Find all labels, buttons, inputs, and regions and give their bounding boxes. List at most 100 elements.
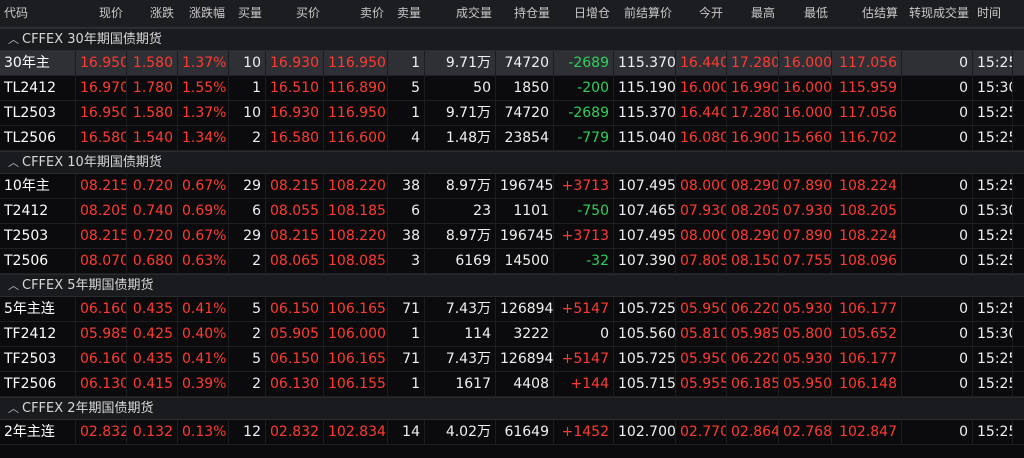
cell-trans: 0 bbox=[902, 420, 973, 444]
cell-chg: 1.580 bbox=[127, 51, 178, 75]
cell-code: TF2412 bbox=[0, 322, 76, 346]
group-header[interactable]: ︿ CFFEX 2年期国债期货 bbox=[0, 397, 1024, 420]
cell-last: 05.985 bbox=[76, 322, 127, 346]
chevron-up-icon[interactable]: ︿ bbox=[8, 398, 22, 419]
cell-pct: 0.67% bbox=[178, 224, 229, 248]
column-header-pct[interactable]: 涨跌幅 bbox=[178, 0, 229, 27]
table-row[interactable]: T2506 08.070 0.680 0.63% 2 08.065 108.085 3 6169… bbox=[0, 249, 1024, 274]
column-header-ask[interactable]: 卖价 bbox=[324, 0, 388, 27]
cell-trans: 0 bbox=[902, 372, 973, 396]
table-row[interactable]: TL2412 16.970 1.780 1.55% 1 16.510 116.890 5 50 1… bbox=[0, 76, 1024, 101]
cell-bid: 02.832 bbox=[266, 420, 324, 444]
cell-bidv: 2 bbox=[229, 372, 266, 396]
cell-ask: 116.950 bbox=[324, 51, 388, 75]
cell-askv: 71 bbox=[388, 347, 425, 371]
table-row[interactable]: 5年主连 06.160 0.435 0.41% 5 06.150 106.165 71 7.43… bbox=[0, 297, 1024, 322]
table-row[interactable]: 2年主连 02.832 0.132 0.13% 12 02.832 102.834 14 4.0… bbox=[0, 420, 1024, 445]
cell-low: 05.930 bbox=[779, 347, 832, 371]
cell-vol: 23 bbox=[425, 199, 496, 223]
column-header-askv[interactable]: 卖量 bbox=[388, 0, 425, 27]
cell-bidv: 6 bbox=[229, 199, 266, 223]
table-row[interactable]: TL2506 16.580 1.540 1.34% 2 16.580 116.600 4 1.4… bbox=[0, 126, 1024, 151]
column-header-low[interactable]: 最低 bbox=[779, 0, 832, 27]
table-row[interactable]: TF2503 06.160 0.435 0.41% 5 06.150 106.165 71 7.… bbox=[0, 347, 1024, 372]
cell-pct: 0.41% bbox=[178, 297, 229, 321]
cell-est: 117.056 bbox=[832, 51, 902, 75]
cell-doi: +1452 bbox=[554, 420, 614, 444]
cell-vol: 50 bbox=[425, 76, 496, 100]
cell-bid: 06.130 bbox=[266, 372, 324, 396]
chevron-up-icon[interactable]: ︿ bbox=[8, 152, 22, 173]
cell-oi: 126894 bbox=[496, 297, 554, 321]
column-header-vol[interactable]: 成交量 bbox=[425, 0, 496, 27]
cell-est: 105.652 bbox=[832, 322, 902, 346]
cell-trans: 0 bbox=[902, 249, 973, 273]
table-row[interactable]: TF2506 06.130 0.415 0.39% 2 06.130 106.155 1 161… bbox=[0, 372, 1024, 397]
cell-askv: 1 bbox=[388, 51, 425, 75]
column-header-high[interactable]: 最高 bbox=[727, 0, 779, 27]
group-header[interactable]: ︿ CFFEX 5年期国债期货 bbox=[0, 274, 1024, 297]
cell-time: 15:25 bbox=[973, 126, 1013, 150]
cell-vol: 1617 bbox=[425, 372, 496, 396]
cell-pct: 0.67% bbox=[178, 174, 229, 198]
chevron-up-icon[interactable]: ︿ bbox=[8, 29, 22, 50]
cell-vol: 6169 bbox=[425, 249, 496, 273]
cell-last: 02.832 bbox=[76, 420, 127, 444]
cell-bidv: 5 bbox=[229, 297, 266, 321]
cell-code: T2503 bbox=[0, 224, 76, 248]
column-header-est[interactable]: 估结算 bbox=[832, 0, 902, 27]
table-row[interactable]: TL2503 16.950 1.580 1.37% 10 16.930 116.950 1 9.… bbox=[0, 101, 1024, 126]
cell-low: 16.000 bbox=[779, 101, 832, 125]
column-header-last[interactable]: 现价 bbox=[76, 0, 127, 27]
table-row[interactable]: T2503 08.215 0.720 0.67% 29 08.215 108.220 38 8.… bbox=[0, 224, 1024, 249]
cell-high: 06.220 bbox=[727, 297, 779, 321]
column-header-open[interactable]: 今开 bbox=[676, 0, 727, 27]
column-header-doi[interactable]: 日增仓 bbox=[554, 0, 614, 27]
cell-ask: 108.185 bbox=[324, 199, 388, 223]
group-title: CFFEX 10年期国债期货 bbox=[22, 155, 162, 170]
cell-bid: 16.930 bbox=[266, 101, 324, 125]
table-row[interactable]: 30年主 16.950 1.580 1.37% 10 16.930 116.950 1 9.71… bbox=[0, 51, 1024, 76]
cell-pre: 107.465 bbox=[614, 199, 676, 223]
column-header-time[interactable]: 时间 bbox=[973, 0, 1013, 27]
cell-high: 08.290 bbox=[727, 224, 779, 248]
cell-oi: 14500 bbox=[496, 249, 554, 273]
cell-code: TF2503 bbox=[0, 347, 76, 371]
cell-ask: 106.165 bbox=[324, 347, 388, 371]
cell-doi: +3713 bbox=[554, 224, 614, 248]
cell-bidv: 2 bbox=[229, 249, 266, 273]
cell-askv: 14 bbox=[388, 420, 425, 444]
cell-bidv: 10 bbox=[229, 101, 266, 125]
cell-bid: 06.150 bbox=[266, 297, 324, 321]
table-row[interactable]: TF2412 05.985 0.425 0.40% 2 05.905 106.000 1 114… bbox=[0, 322, 1024, 347]
cell-low: 16.000 bbox=[779, 76, 832, 100]
cell-last: 08.215 bbox=[76, 174, 127, 198]
column-header-bid[interactable]: 买价 bbox=[266, 0, 324, 27]
cell-chg: 0.720 bbox=[127, 224, 178, 248]
cell-bidv: 29 bbox=[229, 174, 266, 198]
column-header-trans[interactable]: 转现成交量 bbox=[902, 0, 973, 27]
cell-vol: 7.43万 bbox=[425, 297, 496, 321]
table-row[interactable]: 10年主 08.215 0.720 0.67% 29 08.215 108.220 38 8.9… bbox=[0, 174, 1024, 199]
cell-oi: 74720 bbox=[496, 101, 554, 125]
group-header[interactable]: ︿ CFFEX 10年期国债期货 bbox=[0, 151, 1024, 174]
column-header-code[interactable]: 代码 bbox=[0, 0, 76, 27]
table-row[interactable]: T2412 08.205 0.740 0.69% 6 08.055 108.185 6 23 11… bbox=[0, 199, 1024, 224]
cell-low: 07.890 bbox=[779, 174, 832, 198]
group-header[interactable]: ︿ CFFEX 30年期国债期货 bbox=[0, 28, 1024, 51]
cell-chg: 1.580 bbox=[127, 101, 178, 125]
cell-doi: +3713 bbox=[554, 174, 614, 198]
column-header-oi[interactable]: 持仓量 bbox=[496, 0, 554, 27]
cell-time: 15:25 bbox=[973, 372, 1013, 396]
cell-trans: 0 bbox=[902, 174, 973, 198]
column-header-bidv[interactable]: 买量 bbox=[229, 0, 266, 27]
cell-vol: 114 bbox=[425, 322, 496, 346]
cell-pre: 105.715 bbox=[614, 372, 676, 396]
cell-askv: 5 bbox=[388, 76, 425, 100]
column-header-chg[interactable]: 涨跌 bbox=[127, 0, 178, 27]
column-header-pre[interactable]: 前结算价 bbox=[614, 0, 676, 27]
cell-code: T2412 bbox=[0, 199, 76, 223]
cell-bid: 06.150 bbox=[266, 347, 324, 371]
cell-oi: 23854 bbox=[496, 126, 554, 150]
chevron-up-icon[interactable]: ︿ bbox=[8, 275, 22, 296]
